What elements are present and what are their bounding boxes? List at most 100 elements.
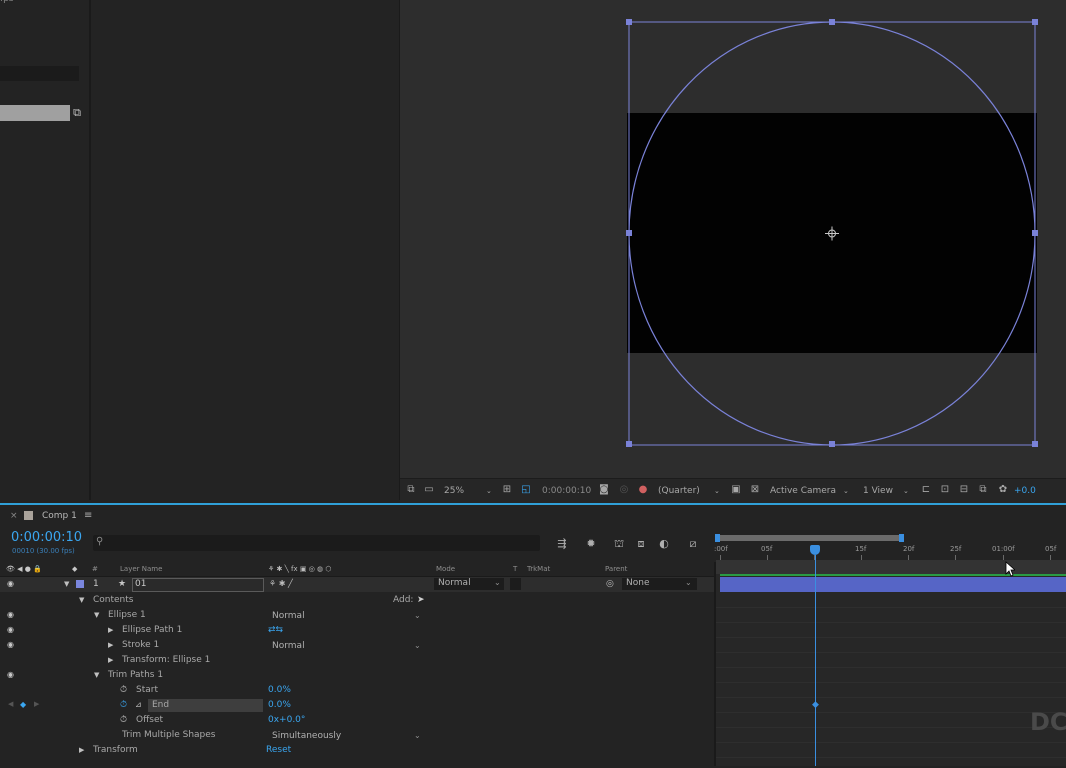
close-icon[interactable]: × — [10, 511, 18, 521]
parent-select[interactable]: None ⌄ — [622, 578, 697, 590]
flowchart-icon[interactable]: ⧉ — [71, 106, 83, 120]
trim-multiple-select[interactable]: Simultaneously ⌄ — [268, 730, 426, 741]
property-row-end[interactable]: ◀ ◆ ▶ ⏱ ⊿ End 0.0% — [0, 698, 714, 713]
track-area[interactable] — [716, 562, 1066, 766]
show-snapshot-icon[interactable]: ◎ — [618, 484, 630, 496]
ellipse-layer-overlay[interactable] — [400, 0, 1066, 478]
tab-comp-1[interactable]: Comp 1 — [42, 511, 77, 521]
layer-label-color[interactable] — [76, 580, 84, 588]
property-row-transform[interactable]: ▶ Transform Reset — [0, 743, 714, 758]
panel-menu-icon[interactable]: ≡ — [84, 510, 92, 521]
title-safe-icon[interactable]: ⊞ — [501, 484, 513, 496]
collapse-triangle-icon[interactable]: ▼ — [79, 596, 84, 604]
av-features-icon[interactable]: 👁 ◀ ● 🔒 — [6, 565, 42, 573]
graph-icon[interactable]: ⊿ — [135, 700, 142, 709]
collapse-triangle-icon[interactable]: ▼ — [64, 580, 69, 588]
property-row-ellipse-1[interactable]: ◉ ▼ Ellipse 1 Normal ⌄ — [0, 608, 714, 623]
chevron-down-icon[interactable]: ⌄ — [486, 485, 492, 497]
layer-mode-select[interactable]: Normal ⌄ — [434, 578, 504, 590]
layer-row[interactable]: ◉ ▼ 1 ★ ⚘ ✱ ╱ ◎ — [0, 577, 714, 592]
collapse-triangle-icon[interactable]: ▼ — [94, 671, 99, 679]
column-mode[interactable]: Mode — [436, 565, 455, 573]
current-time-display[interactable]: 0:00:00:10 — [11, 530, 82, 545]
layer-name-field[interactable]: 01 — [132, 578, 264, 592]
property-row-trim-multiple[interactable]: Trim Multiple Shapes Simultaneously ⌄ — [0, 728, 714, 743]
layer-search-input[interactable] — [93, 535, 540, 551]
property-row-contents[interactable]: ▼ Contents Add: ➤ — [0, 593, 714, 608]
stopwatch-icon[interactable]: ⏱ — [120, 685, 127, 695]
draft-3d-icon[interactable]: ✹ — [584, 537, 598, 551]
column-parent[interactable]: Parent — [605, 565, 627, 573]
column-layer-name[interactable]: Layer Name — [120, 565, 162, 573]
graph-editor-icon[interactable]: ⧄ — [686, 537, 700, 551]
camera-select[interactable]: Active Camera — [770, 485, 836, 497]
flowchart-icon[interactable]: ⧉ — [977, 484, 989, 496]
reset-exposure-icon[interactable]: ✿ — [997, 484, 1009, 496]
end-value[interactable]: 0.0% — [268, 700, 291, 710]
property-row-stroke[interactable]: ◉ ▶ Stroke 1 Normal ⌄ — [0, 638, 714, 653]
layer-duration-bar[interactable] — [720, 577, 1066, 592]
monitor-icon[interactable]: ▭ — [423, 484, 435, 496]
start-value[interactable]: 0.0% — [268, 685, 291, 695]
frame-blending-icon[interactable]: ⧈ — [634, 537, 648, 551]
chevron-down-icon[interactable]: ⌄ — [843, 485, 849, 497]
toggle-pixel-aspect-icon[interactable]: ⊏ — [920, 484, 932, 496]
eye-icon[interactable]: ◉ — [7, 611, 16, 619]
stroke-blend-mode-select[interactable]: Normal ⌄ — [268, 640, 426, 651]
transparency-grid-icon[interactable]: ⊠ — [749, 484, 761, 496]
snapshot-icon[interactable]: ◙ — [598, 484, 610, 496]
project-search-field[interactable] — [0, 66, 79, 81]
work-area-start-handle[interactable] — [715, 534, 720, 542]
eye-icon[interactable]: ◉ — [7, 641, 16, 649]
column-trkmat[interactable]: TrkMat — [527, 565, 550, 573]
path-direction-icon[interactable]: ⇄⇆ — [268, 625, 283, 635]
reset-link[interactable]: Reset — [266, 745, 291, 755]
ellipse-1-blend-mode-select[interactable]: Normal ⌄ — [268, 610, 426, 621]
switches-icon[interactable]: ⚘ ✱ ╲ fx ▣ ◎ ◍ ⬡ — [268, 565, 331, 573]
eye-icon[interactable]: ◉ — [7, 671, 16, 679]
column-t[interactable]: T — [513, 565, 517, 573]
project-item-selected[interactable] — [0, 105, 70, 121]
property-row-transform-ellipse[interactable]: ▶ Transform: Ellipse 1 — [0, 653, 714, 668]
layer-switches[interactable]: ⚘ ✱ ╱ — [269, 579, 293, 588]
expand-triangle-icon[interactable]: ▶ — [108, 641, 113, 649]
composition-mini-flowchart-icon[interactable]: ⇶ — [555, 537, 569, 551]
label-icon[interactable]: ◆ — [72, 565, 77, 573]
current-time-indicator[interactable] — [815, 555, 816, 766]
trkmat-select[interactable] — [510, 578, 521, 590]
expand-triangle-icon[interactable]: ▶ — [108, 656, 113, 664]
always-preview-icon[interactable]: ⧉ — [405, 484, 417, 496]
resolution-select[interactable]: (Quarter) — [658, 485, 700, 497]
collapse-triangle-icon[interactable]: ▼ — [94, 611, 99, 619]
next-keyframe-icon[interactable]: ▶ — [34, 700, 39, 708]
stopwatch-icon[interactable]: ⏱ — [120, 715, 127, 725]
view-layout-select[interactable]: 1 View — [863, 485, 893, 497]
pickwhip-icon[interactable]: ◎ — [606, 579, 614, 589]
timeline-icon[interactable]: ⊟ — [958, 484, 970, 496]
column-layer-number[interactable]: # — [92, 565, 98, 573]
fast-previews-icon[interactable]: ⊡ — [939, 484, 951, 496]
region-of-interest-icon[interactable]: ▣ — [730, 484, 742, 496]
expand-triangle-icon[interactable]: ▶ — [79, 746, 84, 754]
offset-value[interactable]: 0x+0.0° — [268, 715, 305, 725]
work-area-bar[interactable] — [720, 535, 902, 541]
viewer-timecode[interactable]: 0:00:00:10 — [542, 485, 591, 497]
motion-blur-icon[interactable]: ◐ — [657, 537, 671, 551]
prev-keyframe-icon[interactable]: ◀ — [8, 700, 13, 708]
shy-layers-icon[interactable]: ⛫ — [612, 537, 626, 551]
property-row-trim-paths[interactable]: ◉ ▼ Trim Paths 1 — [0, 668, 714, 683]
property-row-ellipse-path[interactable]: ◉ ▶ Ellipse Path 1 ⇄⇆ — [0, 623, 714, 638]
chevron-down-icon[interactable]: ⌄ — [714, 485, 720, 497]
panel-divider[interactable] — [714, 562, 716, 766]
mask-visibility-icon[interactable]: ◱ — [520, 484, 532, 496]
zoom-select[interactable]: 25% — [444, 485, 464, 497]
current-time-indicator-head[interactable] — [810, 545, 820, 555]
eye-icon[interactable]: ◉ — [7, 580, 16, 588]
eye-icon[interactable]: ◉ — [7, 626, 16, 634]
add-button[interactable]: ➤ — [417, 595, 425, 605]
channel-icon[interactable]: ● — [637, 484, 649, 496]
add-keyframe-icon[interactable]: ◆ — [20, 700, 26, 709]
work-area-end-handle[interactable] — [899, 534, 904, 542]
property-row-start[interactable]: ⏱ Start 0.0% — [0, 683, 714, 698]
chevron-down-icon[interactable]: ⌄ — [903, 485, 909, 497]
